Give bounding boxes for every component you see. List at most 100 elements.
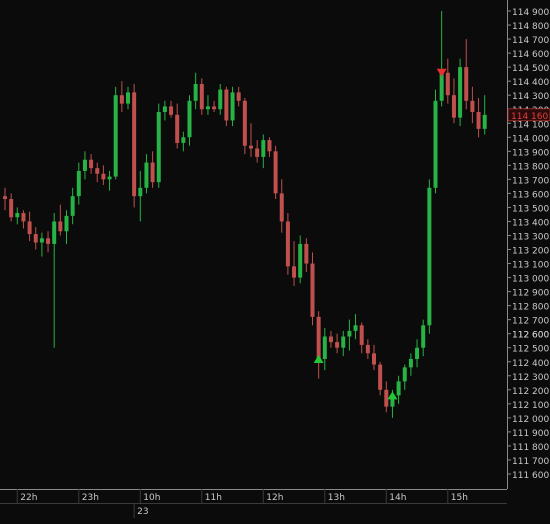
- candle-up: [427, 179, 432, 334]
- candle-body: [372, 353, 376, 365]
- candle-up: [113, 86, 118, 180]
- candle-body: [64, 215, 69, 232]
- price-tick-label: 112 900: [512, 289, 549, 299]
- candle-body: [298, 243, 303, 278]
- candle-body: [212, 106, 217, 110]
- candle-body: [21, 213, 26, 222]
- candle-body: [292, 266, 297, 278]
- candle-body: [9, 199, 14, 218]
- candle-body: [126, 92, 130, 104]
- candle-body: [95, 168, 100, 174]
- candle-body: [451, 95, 456, 118]
- candle-body: [101, 173, 106, 180]
- candle-body: [415, 347, 420, 359]
- candle-body: [218, 89, 223, 110]
- candle-body: [162, 106, 167, 113]
- candle-body: [445, 72, 450, 96]
- candle-body: [310, 263, 315, 317]
- candle-body: [439, 72, 444, 101]
- candle-body: [46, 238, 51, 244]
- price-tick-label: 111 600: [512, 471, 549, 481]
- candle-body: [242, 100, 247, 146]
- price-tick-label: 113 600: [512, 190, 549, 200]
- candle-body: [89, 159, 94, 169]
- price-tick-label: 113 100: [512, 261, 549, 271]
- candle-down: [242, 97, 247, 155]
- time-tick-label: 10h: [143, 493, 160, 503]
- candle-body: [156, 112, 161, 183]
- price-tick-label: 114 400: [512, 78, 549, 88]
- candle-body: [322, 336, 327, 359]
- candle-body: [58, 221, 63, 232]
- candle-down: [285, 213, 290, 275]
- candle-body: [433, 100, 438, 188]
- price-tick-label: 113 900: [512, 148, 549, 158]
- candle-down: [132, 83, 137, 208]
- candle-body: [33, 234, 38, 243]
- time-tick-label: 11h: [205, 493, 222, 503]
- candle-body: [328, 336, 333, 343]
- candle-body: [169, 106, 174, 115]
- candle-body: [378, 364, 383, 390]
- candle-body: [341, 336, 346, 348]
- candle-up: [230, 86, 235, 127]
- price-tick-label: 114 900: [512, 8, 549, 18]
- price-tick-label: 112 700: [512, 317, 549, 327]
- candle-body: [464, 67, 469, 101]
- candle-body: [138, 187, 143, 197]
- date-tick-label: 23: [137, 507, 148, 517]
- price-tick-label: 113 200: [512, 247, 549, 257]
- price-tick-label: 114 000: [512, 134, 549, 144]
- candle-body: [279, 193, 284, 222]
- candle-body: [421, 325, 426, 348]
- price-chart[interactable]: 111 600 111 700 111 800 111 900 112 000 112 1…: [0, 0, 550, 520]
- last-price-label: 114 160: [511, 112, 548, 122]
- candle-up: [433, 89, 438, 194]
- candle-body: [365, 344, 370, 354]
- price-tick-label: 114 300: [512, 92, 549, 102]
- price-tick-label: 113 000: [512, 275, 549, 285]
- candle-body: [396, 381, 401, 396]
- candle-body: [402, 367, 407, 382]
- candle-body: [224, 89, 229, 121]
- time-tick-label: 22h: [20, 493, 37, 503]
- price-tick-label: 113 800: [512, 162, 549, 172]
- candle-body: [205, 106, 210, 110]
- candle-body: [181, 137, 186, 143]
- candle-body: [482, 114, 487, 129]
- candle-body: [39, 238, 44, 243]
- candle-body: [193, 83, 198, 101]
- candle-body: [76, 170, 81, 197]
- candle-body: [107, 176, 112, 180]
- candle-up: [458, 58, 463, 127]
- price-tick-label: 113 500: [512, 204, 549, 214]
- time-tick-label: 13h: [328, 493, 345, 503]
- candle-body: [273, 151, 278, 194]
- candle-body: [285, 221, 290, 267]
- candle-body: [458, 67, 463, 118]
- time-tick-label: 23h: [82, 493, 99, 503]
- candle-body: [3, 196, 7, 200]
- price-tick-label: 112 400: [512, 359, 549, 369]
- candle-down: [224, 86, 229, 127]
- candle-body: [267, 140, 272, 152]
- candle-body: [144, 162, 149, 188]
- price-tick-label: 114 700: [512, 36, 549, 46]
- candle-up: [156, 103, 161, 188]
- time-tick-label: 14h: [389, 493, 406, 503]
- price-tick-label: 113 300: [512, 232, 549, 242]
- candle-body: [119, 95, 124, 104]
- candle-body: [255, 148, 260, 157]
- candle-body: [230, 92, 235, 121]
- price-tick-label: 111 700: [512, 457, 549, 467]
- price-tick-label: 113 400: [512, 218, 549, 228]
- candle-body: [304, 243, 309, 264]
- price-tick-label: 114 500: [512, 64, 549, 74]
- candle-body: [476, 112, 481, 129]
- price-tick-label: 112 100: [512, 401, 549, 411]
- price-tick-label: 112 800: [512, 303, 549, 313]
- candle-body: [82, 159, 87, 171]
- candle-body: [470, 100, 475, 113]
- candle-body: [359, 325, 364, 345]
- candle-body: [187, 100, 192, 138]
